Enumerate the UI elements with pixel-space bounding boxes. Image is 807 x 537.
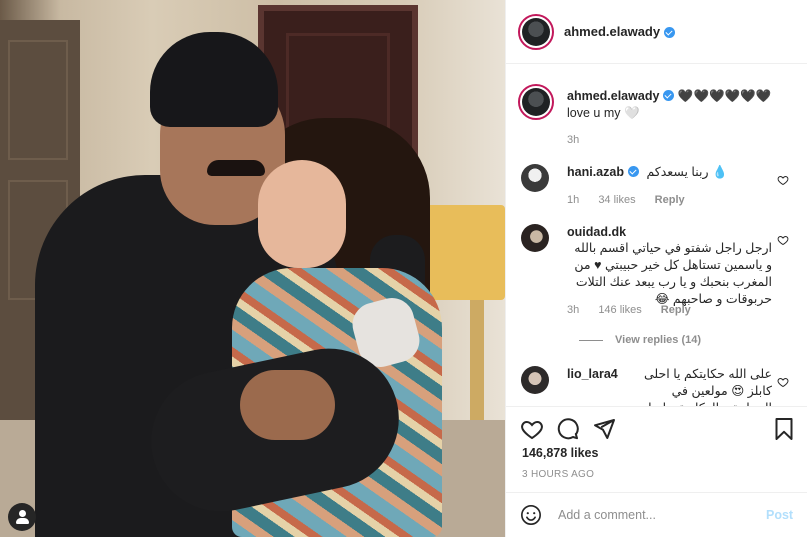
post-timestamp[interactable]: 3 HOURS AGO xyxy=(522,469,594,480)
author-avatar[interactable] xyxy=(518,13,554,50)
post-header: ahmed.elawady xyxy=(506,0,807,64)
comment-like-heart-icon[interactable] xyxy=(777,234,789,246)
add-comment-bar: Post xyxy=(506,492,807,537)
comment-item: lio_lara4 على الله حكايتكم يا احلى كابلز… xyxy=(518,366,803,406)
reply-button[interactable]: Reply xyxy=(661,304,691,316)
commenter-username[interactable]: hani.azab xyxy=(567,165,624,179)
comment-likes[interactable]: 34 likes xyxy=(598,194,635,206)
view-replies-button[interactable]: View replies (14) xyxy=(579,334,701,346)
commenter-avatar[interactable] xyxy=(521,224,549,252)
comment-likes[interactable]: 146 likes xyxy=(598,304,641,316)
comment-text: ربنا يسعدكم 💧 xyxy=(646,165,728,179)
paper-plane-icon[interactable] xyxy=(592,417,616,441)
post-comment-button[interactable]: Post xyxy=(766,508,793,522)
comment-like-heart-icon[interactable] xyxy=(777,376,789,388)
comment-icon[interactable] xyxy=(556,417,580,441)
like-count[interactable]: 146,878 likes xyxy=(522,446,598,460)
comments-list[interactable]: ahmed.elawady 🖤🖤🖤🖤🖤🖤 love u my 🤍 3h hani… xyxy=(506,64,807,406)
comment-time: 1h xyxy=(567,194,580,206)
comment-item: hani.azab ربنا يسعدكم 💧 1h 34 likes Repl… xyxy=(518,164,803,214)
add-comment-input[interactable] xyxy=(558,508,758,522)
caption-time: 3h xyxy=(567,134,580,146)
photo-woman xyxy=(258,160,346,268)
bookmark-icon[interactable] xyxy=(772,417,796,441)
reply-button[interactable]: Reply xyxy=(655,194,685,206)
commenter-avatar[interactable] xyxy=(521,164,549,192)
comment-like-heart-icon[interactable] xyxy=(777,174,789,186)
post-photo[interactable] xyxy=(0,0,505,537)
comment-text: ارجل راجل شفتو في حياتي اقسم بالله و ياس… xyxy=(574,241,772,306)
comment-time: 3h xyxy=(567,304,580,316)
action-bar xyxy=(506,406,807,450)
heart-icon[interactable] xyxy=(520,417,544,441)
caption-username[interactable]: ahmed.elawady xyxy=(567,89,659,103)
emoji-icon[interactable] xyxy=(520,504,542,526)
verified-badge-icon xyxy=(627,166,639,177)
tagged-users-icon[interactable] xyxy=(8,503,36,531)
commenter-username[interactable]: lio_lara4 xyxy=(567,367,618,381)
verified-badge-icon xyxy=(663,90,675,101)
author-username[interactable]: ahmed.elawady xyxy=(564,24,660,39)
post-sidebar: ahmed.elawady ahmed.elawady 🖤🖤🖤🖤🖤🖤 love … xyxy=(505,0,807,537)
comment-item: ouidad.dk ارجل راجل شفتو في حياتي اقسم ب… xyxy=(518,224,803,354)
commenter-username[interactable]: ouidad.dk xyxy=(567,225,626,239)
caption-avatar[interactable] xyxy=(518,84,554,120)
verified-badge-icon xyxy=(664,27,676,38)
commenter-avatar[interactable] xyxy=(521,366,549,394)
